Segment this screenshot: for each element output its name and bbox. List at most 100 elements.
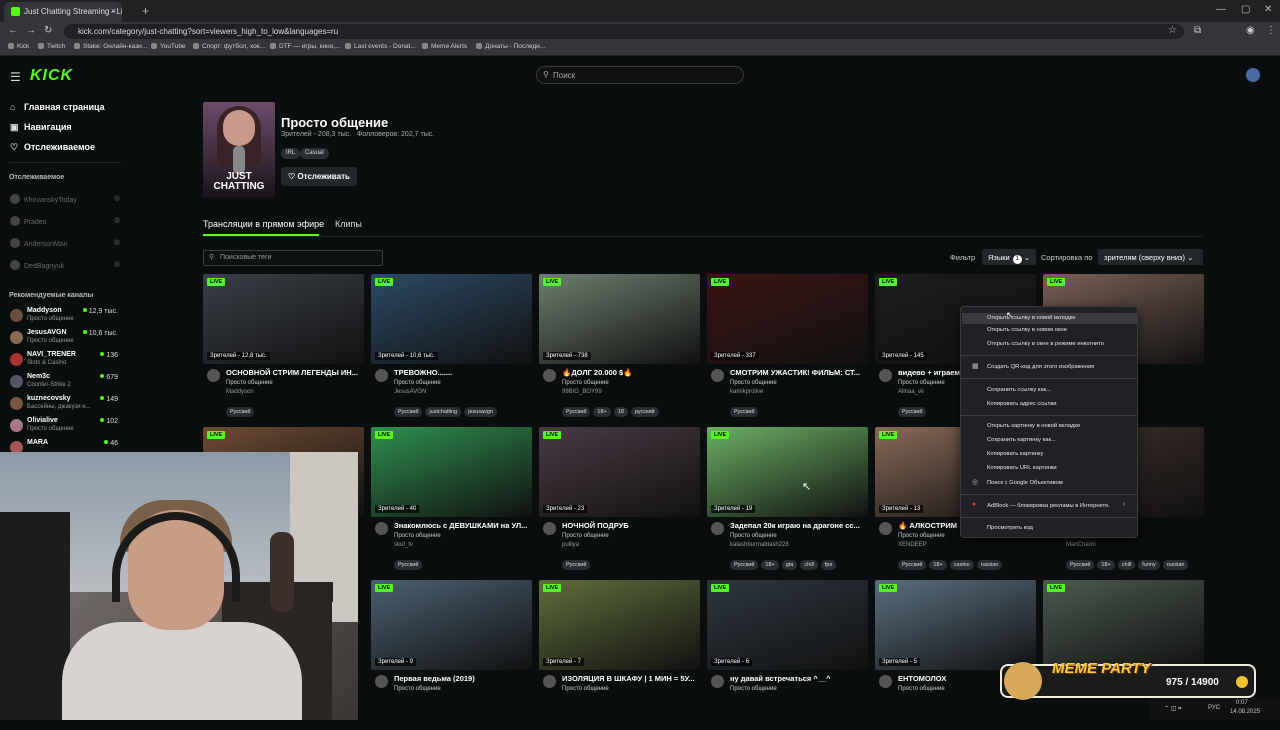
menu-item-save-link[interactable]: Сохранить ссылку как... [987,387,1051,393]
streamer-name[interactable]: pulliya [562,542,579,548]
stream-tag[interactable]: 18 [613,407,628,417]
recommended-channel[interactable]: Nem3c Counter-Strike 2 679 [10,373,120,393]
category-tag[interactable]: Casual [300,148,329,159]
sort-dropdown[interactable]: зрителям (сверху вниз) ⌄ [1098,249,1203,265]
stream-title[interactable]: НОЧНОЙ ПОДРУБ [562,521,700,530]
stream-tag[interactable]: gta [781,560,798,570]
profile-icon[interactable]: ◉ [1246,25,1255,36]
search-input[interactable]: ⚲ Поиск [536,66,744,84]
tab-clips[interactable]: Клипы [335,219,362,229]
stream-tag[interactable]: Русский [730,407,759,417]
recommended-channel[interactable]: Maddyson Просто общение 12,9 тыс. [10,307,120,327]
stream-card[interactable]: LIVE Зрителей - 7 ИЗОЛЯЦИЯ В ШКАФУ | 1 МИН… [539,580,700,730]
sidebar-item-home[interactable]: ⌂ Главная страница [10,102,105,112]
stream-tag[interactable]: fps [820,560,837,570]
stream-category[interactable]: Просто общение [394,686,441,692]
tab-live-streams[interactable]: Трансляции в прямом эфире [203,219,324,229]
new-tab-icon[interactable]: + [142,4,149,18]
reload-icon[interactable]: ↻ [44,25,52,36]
stream-thumbnail[interactable]: LIVE Зрителей - 19 [707,427,868,517]
stream-category[interactable]: Просто общение [562,380,609,386]
menu-item-open-incognito[interactable]: Открыть ссылку в окне в режиме инкогнито [987,341,1104,347]
recommended-channel[interactable]: kuznecovsky Бассейны, джакузи и... 149 [10,395,120,415]
avatar[interactable] [375,369,388,382]
close-tab-icon[interactable]: × [111,6,116,16]
stream-category[interactable]: Просто общение [394,533,441,539]
recommended-channel[interactable]: Olivialive Просто общение 102 [10,417,120,437]
avatar[interactable] [879,522,892,535]
stream-title[interactable]: ИЗОЛЯЦИЯ В ШКАФУ | 1 МИН = 5У... [562,674,700,683]
avatar[interactable] [375,522,388,535]
user-avatar[interactable] [1246,68,1260,82]
stream-thumbnail[interactable]: LIVE Зрителей - 6 [707,580,868,670]
stream-card[interactable]: LIVE Зрителей - 9 Первая ведьма (2019) Прос… [371,580,532,730]
following-channel[interactable]: AndersonMan ◍ [10,238,120,248]
stream-category[interactable]: Просто общение [226,380,273,386]
stream-card[interactable]: LIVE Зрителей - 19 Задепал 20к играю на др… [707,427,868,577]
stream-tag[interactable]: Русский [898,407,927,417]
stream-thumbnail[interactable]: LIVE Зрителей - 40 [371,427,532,517]
bookmark-item[interactable]: Twitch [38,43,65,50]
streamer-name[interactable]: kamikprolive [730,389,763,395]
stream-title[interactable]: ТРЕВОЖНО....... [394,368,532,377]
stream-category[interactable]: Просто общение [562,686,609,692]
stream-card[interactable]: LIVE Зрителей - 10,6 тыс. ТРЕВОЖНО....... П… [371,274,532,424]
stream-card[interactable]: LIVE Зрителей - 23 НОЧНОЙ ПОДРУБ Просто общ… [539,427,700,577]
stream-tag[interactable]: Русский [898,560,927,570]
menu-item-google-lens[interactable]: Поиск с Google Объективом [987,480,1063,486]
following-channel[interactable]: Pradeo ◍ [10,216,120,226]
bookmark-item[interactable]: Stake: Онлайн-кази... [74,43,147,50]
stream-title[interactable]: ну давай встречаться ^__^ [730,674,868,683]
bookmark-item[interactable]: Kick [8,43,29,50]
maximize-icon[interactable]: ▢ [1241,4,1250,15]
stream-tag[interactable]: funny [1138,560,1160,570]
stream-category[interactable]: Просто общение [562,533,609,539]
stream-tag[interactable]: Русский [226,407,255,417]
stream-title[interactable]: Первая ведьма (2019) [394,674,532,683]
stream-tag[interactable]: 18+ [761,560,779,570]
stream-category[interactable]: Просто общение [898,533,945,539]
streamer-name[interactable]: Maddyson [226,389,254,395]
bookmark-item[interactable]: Спорт: футбол, хок... [193,43,265,50]
menu-item-open-new-tab[interactable]: Открыть ссылку в новой вкладке [962,313,1138,324]
streamer-name[interactable]: MariCharm [1066,542,1096,548]
stream-title[interactable]: Знакомлюсь с ДЕВУШКАМИ на УЛ... [394,521,532,530]
menu-icon[interactable]: ⋮ [1266,25,1276,36]
following-channel[interactable]: KhovanskyToday ◍ [10,194,120,204]
avatar[interactable] [711,522,724,535]
recommended-channel[interactable]: JesusAVGN Просто общение 10,6 тыс. [10,329,120,349]
bookmark-item[interactable]: YouTube [151,43,186,50]
tag-search-input[interactable]: ⚲ Поисковые теги [203,250,383,266]
menu-item-open-new-window[interactable]: Открыть ссылку в новом окне [987,327,1067,333]
follow-button[interactable]: ♡ Отслеживать [281,167,357,186]
avatar[interactable] [879,369,892,382]
extensions-icon[interactable]: ⧉ [1194,25,1201,36]
kick-logo[interactable]: KICK [30,67,73,85]
streamer-name[interactable]: skuf_tv [394,542,413,548]
stream-card[interactable]: LIVE Зрителей - 40 Знакомлюсь с ДЕВУШКАМИ … [371,427,532,577]
stream-thumbnail[interactable]: LIVE Зрителей - 337 [707,274,868,364]
stream-category[interactable]: Просто общение [730,686,777,692]
avatar[interactable] [375,675,388,688]
avatar[interactable] [543,369,556,382]
stream-tag[interactable]: Русский [562,407,591,417]
stream-tag[interactable]: Русский [394,560,423,570]
stream-category[interactable]: Просто общение [730,533,777,539]
hamburger-menu-icon[interactable]: ☰ [10,70,21,84]
stream-thumbnail[interactable]: LIVE Зрителей - 7 [539,580,700,670]
stream-tag[interactable]: justchatting [425,407,462,417]
url-field[interactable]: kick.com/category/just-chatting?sort=vie… [64,24,1184,39]
close-window-icon[interactable]: ✕ [1264,4,1272,15]
avatar[interactable] [879,675,892,688]
sidebar-item-following[interactable]: ♡ Отслеживаемое [10,142,95,153]
stream-thumbnail[interactable]: LIVE [1043,580,1204,670]
recommended-channel[interactable]: NAVI_TRENER Slots & Casino 136 [10,351,120,371]
tray-icons[interactable]: ⌃ ◫ ⌗ [1164,705,1181,713]
stream-thumbnail[interactable]: LIVE Зрителей - 10,6 тыс. [371,274,532,364]
streamer-name[interactable]: JesusAVGN [394,389,426,395]
avatar[interactable] [543,675,556,688]
stream-thumbnail[interactable]: LIVE Зрителей - 5 [875,580,1036,670]
stream-tag[interactable]: casino [949,560,974,570]
stream-tag[interactable]: русский [630,407,659,417]
stream-tag[interactable]: Русский [1066,560,1095,570]
